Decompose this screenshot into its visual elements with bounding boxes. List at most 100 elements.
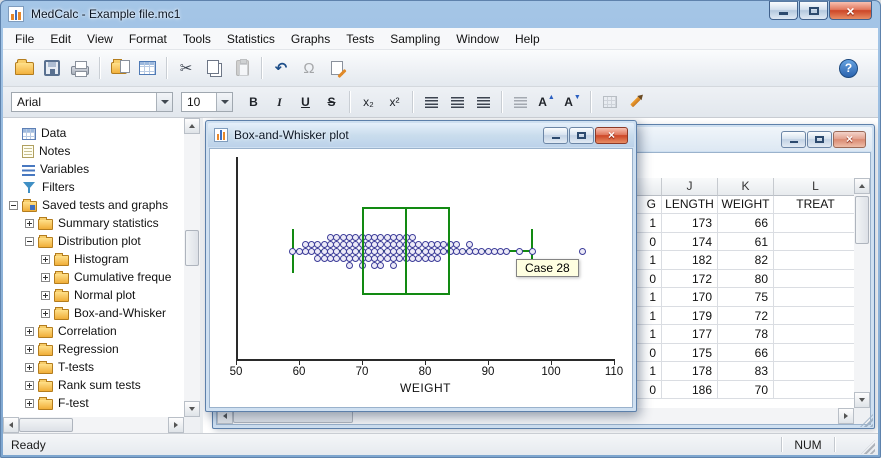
window-resize-grip[interactable] [861,440,875,454]
subscript-button[interactable]: x₂ [356,91,381,113]
spreadsheet-restore-button[interactable] [807,131,832,148]
print-button[interactable] [67,55,93,81]
cut-button[interactable]: ✂ [173,55,199,81]
data-point[interactable] [466,241,473,248]
spreadsheet-close-button[interactable]: × [833,131,866,148]
plot-minimize-button[interactable] [543,127,568,144]
tree-item-cumulative-freque[interactable]: Cumulative freque [3,268,184,286]
sheet-cell[interactable] [774,362,854,381]
sheet-cell[interactable]: 173 [662,214,718,233]
data-point[interactable] [579,248,586,255]
plot-close-button[interactable]: × [595,127,628,144]
sheet-cell[interactable] [774,288,854,307]
scroll-up-button[interactable] [184,118,200,134]
sheet-cell[interactable] [774,214,854,233]
scroll-right-button[interactable] [838,408,854,424]
menu-item-tests[interactable]: Tests [338,28,382,50]
sheet-cell[interactable]: 75 [718,288,774,307]
sheet-cell[interactable]: 175 [662,344,718,363]
tree-item-regression[interactable]: Regression [3,340,184,358]
plus-expander-icon[interactable] [25,381,34,390]
sheet-cell[interactable]: 72 [718,307,774,326]
open-button[interactable] [11,55,37,81]
tree-item-f-test[interactable]: F-test [3,394,184,412]
tree-item-filters[interactable]: Filters [3,178,184,196]
increase-font-button[interactable]: A▲ [534,91,559,113]
plus-expander-icon[interactable] [25,345,34,354]
plot-window[interactable]: Box-and-Whisker plot × WEIGHT Case 28 50… [205,120,637,412]
sheet-cell[interactable]: 66 [718,344,774,363]
minus-expander-icon[interactable] [25,237,34,246]
open-example-button[interactable] [106,55,132,81]
sheet-cell[interactable] [774,270,854,289]
plus-expander-icon[interactable] [25,363,34,372]
tree-item-histogram[interactable]: Histogram [3,250,184,268]
scroll-down-button[interactable] [854,392,870,408]
data-point[interactable] [453,241,460,248]
sheet-vertical-scrollbar[interactable] [854,178,870,408]
scrollbar-thumb[interactable] [19,418,73,432]
close-button[interactable]: × [829,1,872,20]
title-bar[interactable]: MedCalc - Example file.mc1 × [0,0,881,28]
menu-item-window[interactable]: Window [448,28,507,50]
strikethrough-button[interactable]: S [319,91,344,113]
variable-name-cell[interactable]: LENGTH [662,196,718,214]
menu-item-format[interactable]: Format [121,28,175,50]
variable-name-cell[interactable]: TREAT [774,196,854,214]
sheet-cell[interactable]: 61 [718,233,774,252]
scrollbar-track[interactable] [184,134,200,401]
tree-item-variables[interactable]: Variables [3,160,184,178]
align-left-button[interactable] [419,91,444,113]
menu-item-sampling[interactable]: Sampling [382,28,448,50]
scrollbar-thumb[interactable] [855,196,869,244]
sheet-cell[interactable] [774,344,854,363]
plus-expander-icon[interactable] [25,399,34,408]
sheet-cell[interactable] [774,233,854,252]
tree-item-distribution-plot[interactable]: Distribution plot [3,232,184,250]
bold-button[interactable]: B [241,91,266,113]
sheet-cell[interactable]: 186 [662,381,718,400]
tree-item-notes[interactable]: Notes [3,142,184,160]
underline-button[interactable]: U [293,91,318,113]
tree-item-normal-plot[interactable]: Normal plot [3,286,184,304]
sheet-cell[interactable]: 66 [718,214,774,233]
scroll-left-button[interactable] [3,417,19,433]
minimize-button[interactable] [769,1,798,20]
column-header-l[interactable]: L [774,178,854,196]
sheet-cell[interactable]: 174 [662,233,718,252]
highlight-button[interactable] [623,91,648,113]
undo-button[interactable]: ↶ [268,55,294,81]
tree-item-t-tests[interactable]: T-tests [3,358,184,376]
plus-expander-icon[interactable] [25,219,34,228]
scroll-up-button[interactable] [854,178,870,194]
sidebar-vertical-scrollbar[interactable] [184,118,200,417]
plus-expander-icon[interactable] [41,291,50,300]
sheet-cell[interactable]: 178 [662,362,718,381]
sheet-cell[interactable] [774,307,854,326]
sheet-cell[interactable]: 170 [662,288,718,307]
scrollbar-track[interactable] [854,194,870,392]
data-point[interactable] [503,248,510,255]
sheet-cell[interactable]: 80 [718,270,774,289]
data-point[interactable] [346,262,353,269]
scrollbar-thumb[interactable] [185,230,199,266]
tree-item-rank-sum-tests[interactable]: Rank sum tests [3,376,184,394]
column-header-j[interactable]: J [662,178,718,196]
sheet-cell[interactable]: 182 [662,251,718,270]
plus-expander-icon[interactable] [25,327,34,336]
sidebar-horizontal-scrollbar[interactable] [3,417,184,433]
sheet-cell[interactable] [774,381,854,400]
variable-name-cell[interactable]: WEIGHT [718,196,774,214]
maximize-button[interactable] [799,1,828,20]
tree-item-correlation[interactable]: Correlation [3,322,184,340]
italic-button[interactable]: I [267,91,292,113]
data-point[interactable] [529,248,536,255]
scroll-down-button[interactable] [184,401,200,417]
menu-item-file[interactable]: File [7,28,42,50]
menu-item-tools[interactable]: Tools [175,28,219,50]
align-right-button[interactable] [471,91,496,113]
decrease-font-button[interactable]: A▼ [560,91,585,113]
menu-item-graphs[interactable]: Graphs [283,28,338,50]
sheet-cell[interactable] [774,325,854,344]
plot-title-bar[interactable]: Box-and-Whisker plot × [208,123,634,147]
